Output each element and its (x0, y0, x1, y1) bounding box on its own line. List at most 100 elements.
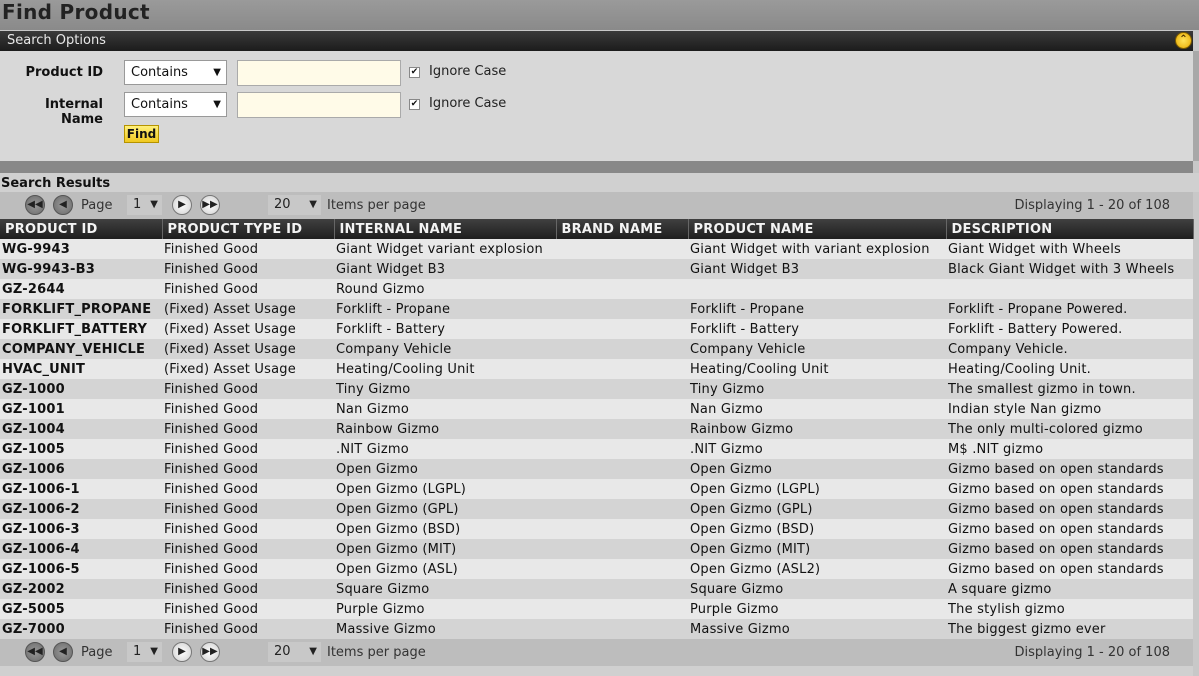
next-page-icon[interactable]: ▶ (172, 642, 192, 662)
table-row[interactable]: WG-9943 Finished Good Giant Widget variant… (0, 239, 1193, 259)
column-header[interactable]: PRODUCT ID (0, 219, 163, 239)
items-per-page-value: 20 (274, 644, 291, 659)
dropdown-arrow-icon: ▼ (150, 199, 158, 210)
table-cell: Finished Good (162, 619, 334, 639)
table-row[interactable]: GZ-1006-1 Finished Good Open Gizmo (LGPL) O… (0, 479, 1193, 499)
table-row[interactable]: GZ-1005 Finished Good .NIT Gizmo .NIT Gizmo… (0, 439, 1193, 459)
table-row[interactable]: GZ-1006-4 Finished Good Open Gizmo (MIT) Op… (0, 539, 1193, 559)
table-cell: Round Gizmo (334, 279, 556, 299)
internal-name-ignore-case-checkbox[interactable]: ✔ (409, 99, 420, 110)
table-cell: Forklift - Battery Powered. (946, 319, 1193, 339)
column-header[interactable]: DESCRIPTION (946, 219, 1194, 239)
pager-top: ◀◀ ◀ Page 1 ▼ ▶ ▶▶ 20 ▼ Items per page D… (0, 192, 1193, 219)
product-id-row: Product ID Contains ▼ ✔ Ignore Case (0, 60, 600, 86)
table-cell: The stylish gizmo (946, 599, 1193, 619)
internal-name-operator-select[interactable]: Contains ▼ (124, 92, 227, 117)
column-header[interactable]: PRODUCT TYPE ID (162, 219, 335, 239)
table-row[interactable]: GZ-1006-5 Finished Good Open Gizmo (ASL) Op… (0, 559, 1193, 579)
internal-name-input[interactable] (237, 92, 401, 118)
table-cell: Open Gizmo (GPL) (688, 499, 946, 519)
search-results-label: Search Results (0, 173, 1199, 192)
table-cell: The smallest gizmo in town. (946, 379, 1193, 399)
table-row[interactable]: GZ-1001 Finished Good Nan Gizmo Nan Gizmo In… (0, 399, 1193, 419)
table-cell[interactable]: FORKLIFT_PROPANE (0, 299, 162, 319)
table-cell[interactable]: GZ-1006-4 (0, 539, 162, 559)
dropdown-arrow-icon: ▼ (309, 646, 317, 657)
column-header[interactable]: PRODUCT NAME (688, 219, 947, 239)
table-cell[interactable]: FORKLIFT_BATTERY (0, 319, 162, 339)
table-cell[interactable]: GZ-1001 (0, 399, 162, 419)
table-row[interactable]: GZ-7000 Finished Good Massive Gizmo Massive… (0, 619, 1193, 639)
last-page-icon[interactable]: ▶▶ (200, 642, 220, 662)
product-id-operator-select[interactable]: Contains ▼ (124, 60, 227, 85)
previous-page-icon[interactable]: ◀ (53, 642, 73, 662)
column-header[interactable]: BRAND NAME (556, 219, 689, 239)
column-header[interactable]: INTERNAL NAME (334, 219, 557, 239)
first-page-icon[interactable]: ◀◀ (25, 642, 45, 662)
table-cell[interactable]: GZ-1006-5 (0, 559, 162, 579)
table-cell (556, 599, 688, 619)
table-cell (556, 379, 688, 399)
table-row[interactable]: GZ-1006-3 Finished Good Open Gizmo (BSD) Op… (0, 519, 1193, 539)
page-select[interactable]: 1 ▼ (127, 195, 162, 215)
table-cell: Forklift - Battery (334, 319, 556, 339)
table-cell (556, 559, 688, 579)
table-cell[interactable]: GZ-1000 (0, 379, 162, 399)
double-chevron-up-icon[interactable]: ⌃ (1175, 32, 1192, 49)
table-row[interactable]: GZ-5005 Finished Good Purple Gizmo Purple G… (0, 599, 1193, 619)
table-cell[interactable]: WG-9943 (0, 239, 162, 259)
product-id-input[interactable] (237, 60, 401, 86)
table-cell[interactable]: GZ-1004 (0, 419, 162, 439)
table-row[interactable]: WG-9943-B3 Finished Good Giant Widget B3 Gi… (0, 259, 1193, 279)
table-cell[interactable]: GZ-7000 (0, 619, 162, 639)
table-row[interactable]: HVAC_UNIT (Fixed) Asset Usage Heating/Cool… (0, 359, 1193, 379)
divider (0, 161, 1193, 173)
find-button[interactable]: Find (124, 125, 159, 143)
table-cell: (Fixed) Asset Usage (162, 339, 334, 359)
table-cell[interactable]: GZ-2002 (0, 579, 162, 599)
table-row[interactable]: GZ-1006-2 Finished Good Open Gizmo (GPL) Op… (0, 499, 1193, 519)
table-cell: Finished Good (162, 479, 334, 499)
table-row[interactable]: GZ-1004 Finished Good Rainbow Gizmo Rainbow… (0, 419, 1193, 439)
results-table: PRODUCT ID PRODUCT TYPE ID INTERNAL NAME BR… (0, 219, 1194, 639)
table-header-row: PRODUCT ID PRODUCT TYPE ID INTERNAL NAME BR… (0, 219, 1194, 239)
table-cell: Finished Good (162, 279, 334, 299)
search-options-panel: Product ID Contains ▼ ✔ Ignore Case Inte… (0, 51, 1199, 161)
last-page-icon[interactable]: ▶▶ (200, 195, 220, 215)
table-row[interactable]: GZ-2644 Finished Good Round Gizmo (0, 279, 1193, 299)
table-row[interactable]: GZ-1006 Finished Good Open Gizmo Open Gizmo… (0, 459, 1193, 479)
table-cell (556, 619, 688, 639)
product-id-ignore-case-label: Ignore Case (429, 64, 507, 79)
table-cell[interactable]: WG-9943-B3 (0, 259, 162, 279)
table-cell: Finished Good (162, 379, 334, 399)
table-cell[interactable]: HVAC_UNIT (0, 359, 162, 379)
table-cell: Forklift - Propane Powered. (946, 299, 1193, 319)
table-cell: Finished Good (162, 459, 334, 479)
table-cell (556, 539, 688, 559)
table-row[interactable]: FORKLIFT_PROPANE (Fixed) Asset Usage Forkl… (0, 299, 1193, 319)
previous-page-icon[interactable]: ◀ (53, 195, 73, 215)
table-row[interactable]: COMPANY_VEHICLE (Fixed) Asset Usage Compan… (0, 339, 1193, 359)
table-cell (556, 439, 688, 459)
next-page-icon[interactable]: ▶ (172, 195, 192, 215)
items-per-page-select[interactable]: 20 ▼ (268, 195, 321, 215)
product-id-ignore-case-checkbox[interactable]: ✔ (409, 67, 420, 78)
table-cell: Massive Gizmo (334, 619, 556, 639)
table-cell[interactable]: GZ-1006 (0, 459, 162, 479)
table-cell[interactable]: COMPANY_VEHICLE (0, 339, 162, 359)
table-cell (556, 259, 688, 279)
table-cell[interactable]: GZ-1006-1 (0, 479, 162, 499)
table-cell[interactable]: GZ-1006-3 (0, 519, 162, 539)
table-cell[interactable]: GZ-1005 (0, 439, 162, 459)
table-cell[interactable]: GZ-2644 (0, 279, 162, 299)
table-row[interactable]: FORKLIFT_BATTERY (Fixed) Asset Usage Forkl… (0, 319, 1193, 339)
first-page-icon[interactable]: ◀◀ (25, 195, 45, 215)
table-row[interactable]: GZ-2002 Finished Good Square Gizmo Square G… (0, 579, 1193, 599)
table-row[interactable]: GZ-1000 Finished Good Tiny Gizmo Tiny Gizmo… (0, 379, 1193, 399)
table-cell: Gizmo based on open standards (946, 539, 1193, 559)
table-cell[interactable]: GZ-1006-2 (0, 499, 162, 519)
page-select[interactable]: 1 ▼ (127, 642, 162, 662)
items-per-page-select[interactable]: 20 ▼ (268, 642, 321, 662)
table-cell[interactable]: GZ-5005 (0, 599, 162, 619)
table-cell (556, 579, 688, 599)
